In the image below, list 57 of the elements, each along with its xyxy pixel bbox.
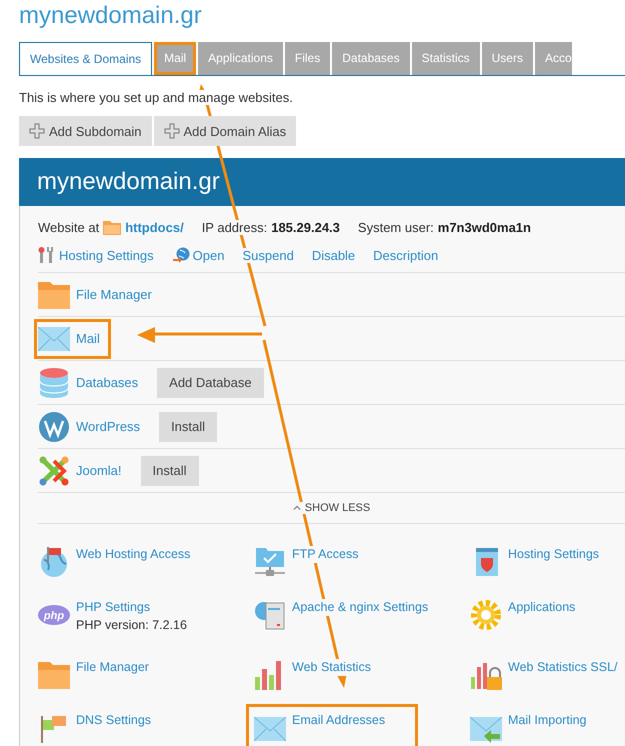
tool-item[interactable]: Joomla!	[34, 450, 133, 490]
tab[interactable]: Databases	[332, 42, 410, 75]
page-description: This is where you set up and manage websites.	[19, 90, 293, 105]
action-link[interactable]: Suspend	[242, 248, 294, 262]
feature-link[interactable]: FTP Access	[292, 546, 358, 563]
feature-link[interactable]: Mail Importing	[508, 712, 586, 729]
joomla-logo-icon	[38, 454, 70, 486]
globe-arrow-icon	[172, 246, 190, 264]
php-version-text: PHP version: 7.2.16	[76, 618, 187, 632]
action-link[interactable]: Open	[192, 248, 224, 262]
tab[interactable]: Acco	[534, 42, 572, 75]
feature-link[interactable]: File Manager	[76, 659, 149, 676]
globe-flag-icon	[38, 546, 70, 578]
tool-item[interactable]: Databases	[34, 362, 150, 402]
tab[interactable]: Files	[284, 42, 330, 75]
folder-link[interactable]: httpdocs/	[125, 220, 184, 234]
tab[interactable]: Mail	[154, 42, 196, 75]
info-label: Website at	[38, 220, 100, 234]
feature-link[interactable]: Hosting Settings	[508, 546, 600, 563]
toolbar-button[interactable]: Add Subdomain	[19, 116, 152, 146]
database-icon	[38, 366, 70, 398]
show-less-toggle[interactable]: SHOW LESS	[292, 502, 370, 514]
info-value: 185.29.24.3	[271, 220, 340, 234]
install-button[interactable]: Add Database	[157, 368, 264, 398]
tool-item[interactable]: WordPress	[34, 406, 152, 446]
feature-link[interactable]: DNS Settings	[76, 712, 152, 729]
feature-link[interactable]: Web Statistics	[292, 659, 371, 676]
tab[interactable]: Users	[482, 42, 533, 75]
folder-icon	[103, 220, 122, 234]
domain-header: mynewdomain.gr	[19, 158, 625, 206]
tool-item[interactable]: Mail	[34, 318, 111, 358]
gear-icon	[470, 599, 502, 631]
toolbar-button[interactable]: Add Domain Alias	[154, 116, 296, 146]
server-globe-icon	[254, 599, 286, 631]
page-title: mynewdomain.gr	[18, 1, 203, 31]
feature-link[interactable]: Apache & nginx Settings	[292, 599, 428, 616]
feature-link[interactable]: Applications	[508, 599, 576, 616]
action-link[interactable]: Description	[373, 248, 438, 262]
action-link[interactable]: Hosting Settings	[59, 248, 154, 262]
tab[interactable]: Statistics	[412, 42, 480, 75]
install-button[interactable]: Install	[159, 412, 218, 442]
info-value: m7n3wd0ma1n	[438, 220, 531, 234]
tab[interactable]: Websites & Domains	[19, 42, 152, 75]
install-button[interactable]: Install	[140, 456, 198, 486]
info-label: IP address:	[202, 220, 268, 234]
plus-icon	[29, 123, 45, 139]
tools-icon	[38, 246, 56, 264]
action-link[interactable]: Disable	[312, 248, 356, 262]
caret-up-icon	[292, 505, 301, 511]
plus-icon	[164, 123, 180, 139]
folder-icon	[38, 659, 70, 691]
tool-item[interactable]: File Manager	[34, 274, 163, 314]
info-label: System user:	[358, 220, 434, 234]
ftp-folder-icon	[254, 546, 286, 578]
feature-link[interactable]: Web Hosting Access	[76, 546, 190, 563]
tab[interactable]: Applications	[198, 42, 283, 75]
wordpress-logo-icon	[38, 410, 70, 442]
